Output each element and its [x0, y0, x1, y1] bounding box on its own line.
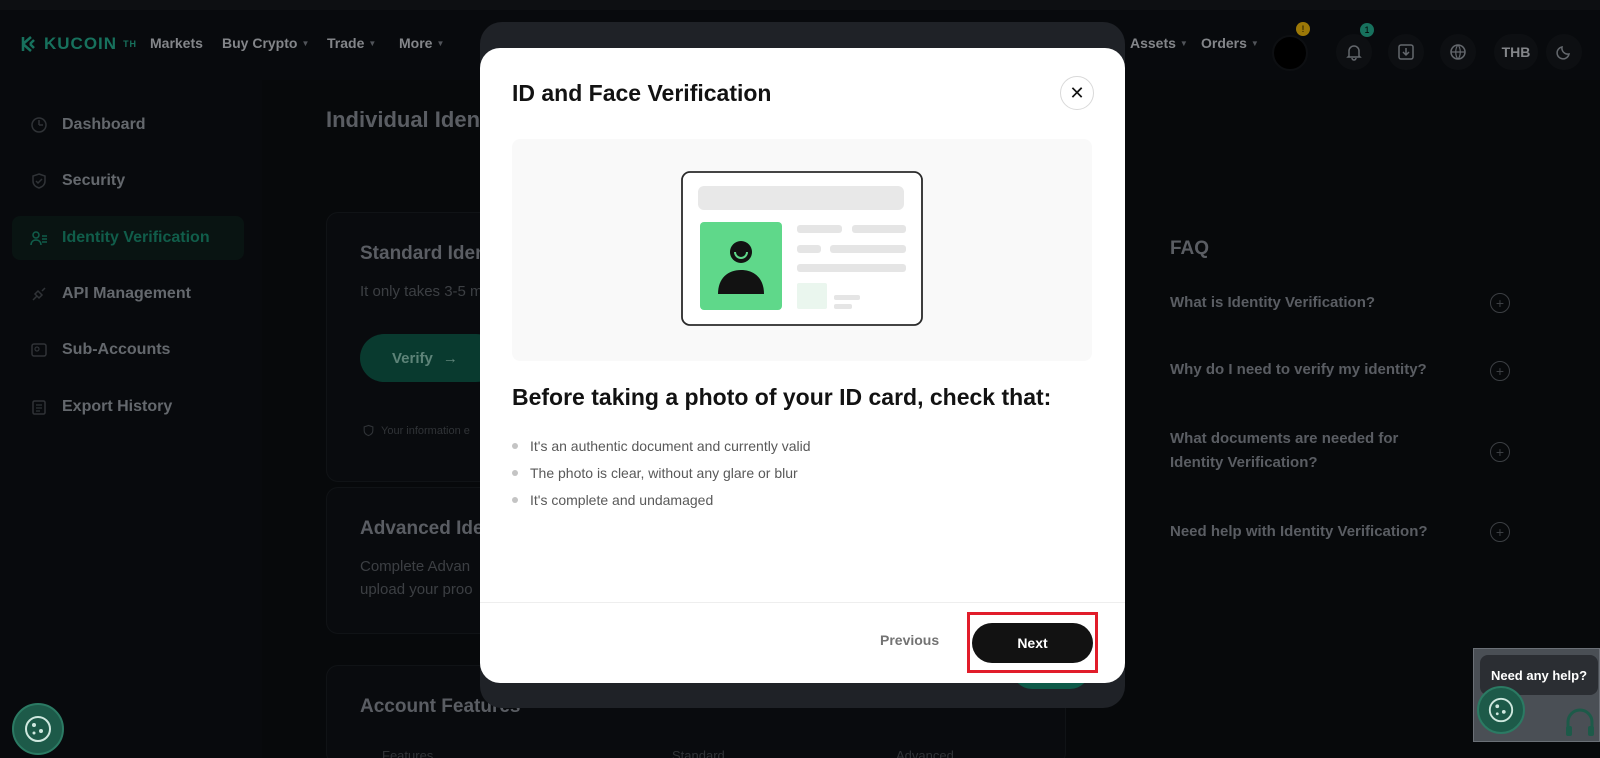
previous-button[interactable]: Previous	[880, 632, 939, 648]
check-title: Before taking a photo of your ID card, c…	[512, 384, 1052, 410]
checklist-text: It's complete and undamaged	[530, 491, 714, 508]
cookie-settings-button[interactable]	[12, 703, 64, 755]
list-item: It's an authentic document and currently…	[512, 432, 811, 459]
help-cookie-button[interactable]	[1477, 686, 1525, 734]
cookie-icon	[25, 716, 51, 742]
bullet-icon	[512, 469, 518, 476]
close-icon: ✕	[1069, 82, 1085, 103]
headset-icon[interactable]	[1563, 706, 1597, 745]
list-item: It's complete and undamaged	[512, 486, 811, 513]
list-item: The photo is clear, without any glare or…	[512, 459, 811, 486]
checklist-text: The photo is clear, without any glare or…	[530, 464, 798, 481]
id-card-icon	[681, 171, 923, 326]
checklist-text: It's an authentic document and currently…	[530, 437, 811, 454]
checklist: It's an authentic document and currently…	[512, 432, 811, 513]
id-face-verification-modal: ID and Face Verification ✕ Before taking…	[480, 48, 1125, 683]
cookie-icon	[1488, 697, 1514, 723]
next-button[interactable]: Next	[972, 623, 1093, 663]
modal-title: ID and Face Verification	[512, 80, 772, 106]
id-card-illustration	[512, 139, 1092, 361]
bullet-icon	[512, 496, 518, 503]
bullet-icon	[512, 442, 518, 449]
close-button[interactable]: ✕	[1060, 76, 1094, 110]
